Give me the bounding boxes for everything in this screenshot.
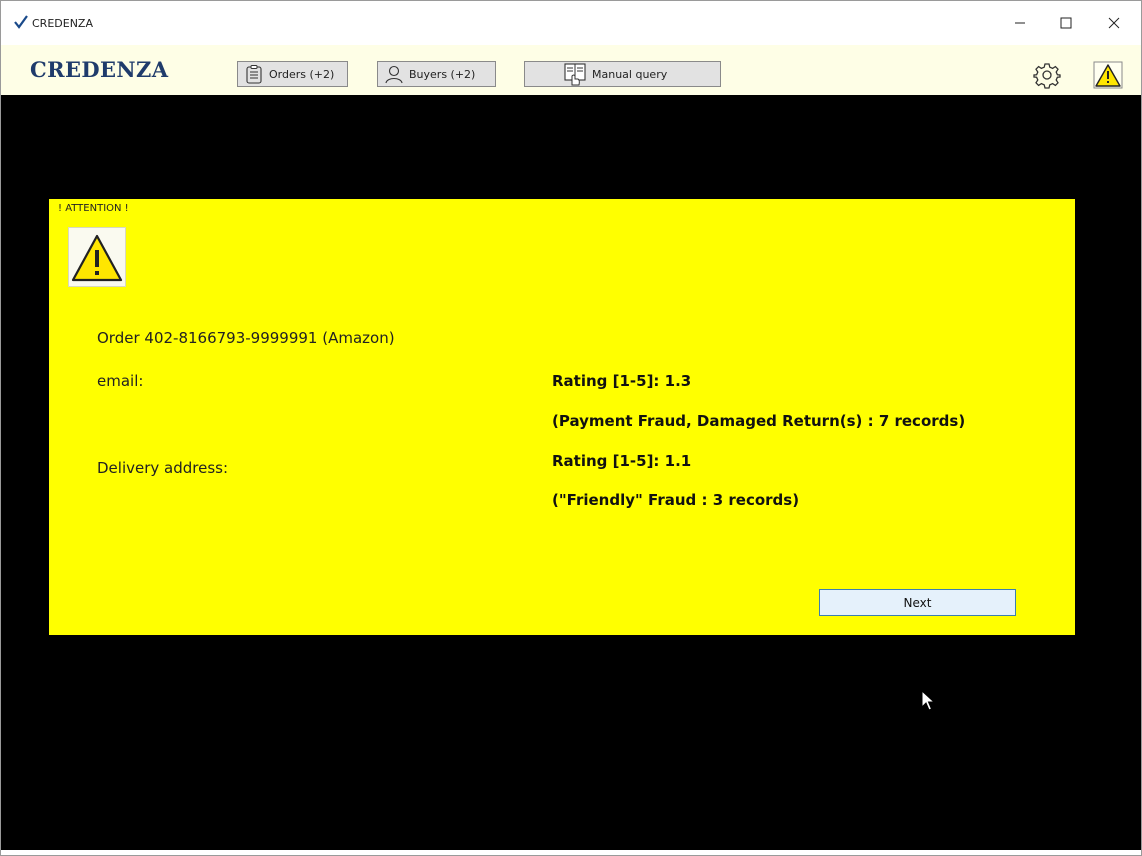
close-button[interactable] xyxy=(1091,6,1137,40)
warning-icon xyxy=(71,234,123,282)
mouse-cursor-icon xyxy=(921,690,935,711)
app-check-icon xyxy=(14,15,28,29)
close-icon xyxy=(1108,17,1120,29)
minimize-icon xyxy=(1015,22,1025,24)
maximize-button[interactable] xyxy=(1043,6,1089,40)
minimize-button[interactable] xyxy=(997,6,1043,40)
email-label: email: xyxy=(97,372,144,390)
attention-dialog: ! ATTENTION ! Order 402-8166793-9999991 … xyxy=(49,199,1075,635)
buyers-button[interactable]: Buyers (+2) xyxy=(377,61,496,87)
warning-sign xyxy=(68,227,126,287)
email-detail: (Payment Fraud, Damaged Return(s) : 7 re… xyxy=(552,412,966,430)
title-bar: CREDENZA xyxy=(1,1,1141,45)
address-detail: ("Friendly" Fraud : 3 records) xyxy=(552,491,800,509)
brand-logo: CREDENZA xyxy=(30,57,169,82)
order-line: Order 402-8166793-9999991 (Amazon) xyxy=(97,329,395,347)
bottom-border xyxy=(1,850,1141,855)
buyers-label: Buyers (+2) xyxy=(409,67,476,81)
app-window: CREDENZA CREDENZA Orders (+2) Buyers (+2… xyxy=(0,0,1142,856)
next-button[interactable]: Next xyxy=(819,589,1016,616)
manual-query-icon xyxy=(564,63,586,86)
gear-icon[interactable] xyxy=(1033,61,1061,89)
address-label: Delivery address: xyxy=(97,459,229,477)
window-title: CREDENZA xyxy=(32,17,93,30)
next-label: Next xyxy=(903,595,932,610)
manual-query-button[interactable]: Manual query xyxy=(524,61,721,87)
orders-label: Orders (+2) xyxy=(269,67,335,81)
address-rating: Rating [1-5]: 1.1 xyxy=(552,452,692,470)
attention-header: ! ATTENTION ! xyxy=(58,203,129,214)
manual-query-label: Manual query xyxy=(592,67,668,81)
toolbar: CREDENZA Orders (+2) Buyers (+2) Manual … xyxy=(1,45,1141,95)
clipboard-icon xyxy=(246,65,262,84)
user-icon xyxy=(385,65,403,84)
warning-icon[interactable] xyxy=(1093,61,1123,89)
orders-button[interactable]: Orders (+2) xyxy=(237,61,348,87)
maximize-icon xyxy=(1060,17,1072,29)
main-content: ! ATTENTION ! Order 402-8166793-9999991 … xyxy=(1,95,1141,851)
email-rating: Rating [1-5]: 1.3 xyxy=(552,372,692,390)
